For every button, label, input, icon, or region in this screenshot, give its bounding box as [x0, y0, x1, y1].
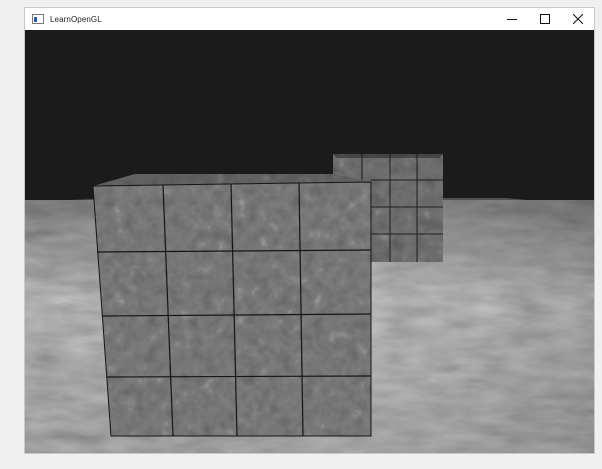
front-cube [92, 181, 372, 437]
maximize-icon [539, 14, 550, 24]
minimize-icon [506, 19, 517, 20]
maximize-button[interactable] [528, 8, 561, 30]
window-controls [495, 8, 594, 30]
close-icon [572, 14, 583, 24]
minimize-button[interactable] [495, 8, 528, 30]
close-button[interactable] [561, 8, 594, 30]
window-title: LearnOpenGL [50, 14, 102, 24]
scene-render [25, 30, 594, 453]
opengl-viewport[interactable] [25, 30, 594, 453]
app-icon [32, 14, 44, 24]
title-bar[interactable]: LearnOpenGL [25, 8, 594, 30]
app-window: LearnOpenGL [24, 7, 595, 454]
